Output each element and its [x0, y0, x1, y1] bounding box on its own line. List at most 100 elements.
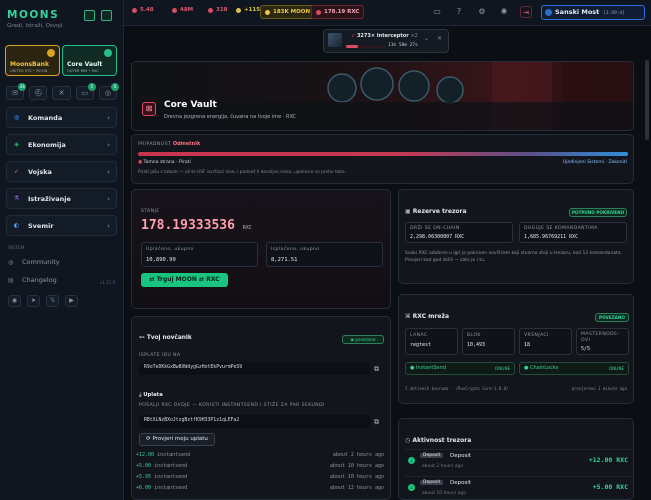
card-sub: OUTER RIM • RXC [67, 69, 99, 73]
stat-value: 178.19 RXC [324, 9, 360, 15]
location-selector[interactable]: Sanski Most [1:49:4] [541, 5, 645, 20]
tx-type: instantsend [154, 485, 188, 491]
market-button[interactable]: ◎ 0 [98, 83, 120, 100]
globe-icon: ◍ [13, 114, 20, 121]
card-title: Core Vault [67, 61, 103, 68]
tx-amount: +12.00 [136, 452, 155, 458]
link-label: Changelog [22, 276, 57, 284]
tx-type: instantsend [157, 452, 191, 458]
owed-label: DUGUJE SE KOMANDANTIMA [524, 226, 598, 231]
net-cell: LANAC regtest [405, 328, 458, 355]
tx-amount: +5.00 [136, 463, 152, 469]
tx-time: about 10 hours ago [329, 474, 384, 480]
telegram-icon[interactable]: ➤ [27, 295, 40, 307]
check-deposit-button[interactable]: ⟳ Provjeri moju uplatu [139, 433, 215, 446]
tx-row: +5.00 instantsend about 10 hours ago [136, 463, 384, 469]
stat-moon[interactable]: 183K MOON [260, 5, 316, 19]
fuel-icon [208, 7, 213, 13]
tx-time: about 10 hours ago [329, 463, 384, 469]
trade-button[interactable]: ⇄ Trguj MOON ⇄ RXC [141, 273, 228, 287]
payout-address[interactable]: R9oTeDKkGxBw8XWdygGzHotEkPvurmPeS9 [139, 362, 370, 375]
trade-button-label: Trguj MOON ⇄ RXC [156, 276, 220, 283]
discord-icon[interactable]: ◉ [8, 295, 21, 307]
nav-label: Svemir [28, 221, 54, 230]
onchain-label: DRŽI SE ON-CHAIN [410, 226, 460, 231]
verified-time: provjereno 1 minute ago [571, 386, 627, 391]
payout-label: ISPLATE IDU NA [139, 353, 181, 358]
tx-type: instantsend [154, 463, 188, 469]
paid-out-value: 8,271.51 [271, 257, 298, 263]
stat-value: 318 [216, 7, 228, 13]
chevron-right-icon: › [107, 221, 110, 230]
notification-title-text: 3273× Interceptor [356, 33, 409, 39]
card-moonsbank[interactable]: MoonsBank UNITED SYS • MOON [5, 45, 60, 76]
expand-icon[interactable]: ⌄ [424, 35, 429, 42]
build-notification[interactable]: ➶ 3273× Interceptor ×2 11h 58m 27s ⌄ ✕ [323, 29, 449, 53]
gear-icon[interactable]: ✺ [498, 6, 510, 18]
nav-vojska[interactable]: ➶ Vojska › [6, 161, 117, 182]
activity-item: ↓ Deposit Deposit about 10 hours ago +5.… [404, 476, 632, 498]
chat-icon[interactable]: ▭ [431, 6, 443, 18]
nav-svemir[interactable]: ◐ Svemir › [6, 215, 117, 236]
balance-unit: RXC [242, 225, 252, 231]
x-icon[interactable]: 𝕏 [46, 295, 59, 307]
activity-title: ◷ Aktivnost trezora [405, 437, 471, 444]
rocket-icon: ➶ [13, 168, 20, 175]
network-panel: ⌘ RXC mreža POVEZANO LANAC regtest BLOK 10… [398, 294, 634, 404]
reserve-title-text: Rezerve trezora [412, 208, 467, 215]
deposit-address[interactable]: RBtXLNzBXoJtzgBztfK9H33P1z1qLEFa2 [139, 415, 370, 428]
app-subtitle: Gradi, Istraži, Osvoji [7, 23, 63, 29]
settings-icon[interactable]: ⚙ [476, 6, 488, 18]
paid-out-label: Isplaćeno, ukupno [271, 247, 320, 252]
wallet-status-text: povezano [355, 337, 376, 342]
arrow-down-icon: ↓ [408, 457, 415, 464]
nav-komanda[interactable]: ◍ Komanda › [6, 107, 117, 128]
activity-time: about 2 hours ago [422, 464, 464, 469]
nav-istrazivanje[interactable]: ⚗ Istraživanje › [6, 188, 117, 209]
alignment-heading: PRIPADNOST Odmetnik [138, 141, 200, 147]
wallet-panel: ⊷ Tvoj novčanik ◉ povezano ISPLATE IDU N… [131, 316, 391, 500]
net-cell: MASTERNODE-OVI 5/5 [576, 328, 629, 355]
deposit-title-text: Uplata [143, 392, 163, 398]
feature-state: ONLINE [494, 366, 510, 371]
nav-ekonomija[interactable]: ◈ Ekonomija › [6, 134, 117, 155]
youtube-icon[interactable]: ▶ [65, 295, 78, 307]
copy-icon[interactable]: ⧉ [374, 418, 379, 427]
scrollbar[interactable] [645, 60, 649, 140]
help-icon[interactable]: ? [453, 6, 465, 18]
net-cell-value: regtest [410, 342, 432, 348]
link-changelog[interactable]: ▤ Changelog [8, 276, 57, 284]
feature-instantsend: ● InstantSend ONLINE [405, 362, 515, 375]
net-cell: BLOK 10,493 [462, 328, 515, 355]
chevron-right-icon: › [107, 140, 110, 149]
tools-button[interactable]: ✕ [52, 86, 71, 100]
collapse-icon[interactable] [84, 10, 95, 21]
tx-time: about 2 hours ago [332, 452, 384, 458]
mail-button[interactable]: ✉ 34 [6, 83, 27, 100]
notification-timer: 11h 58m 27s [388, 43, 418, 48]
net-cell: VRŠNJACI 18 [519, 328, 572, 355]
document-icon: ▤ [8, 276, 14, 284]
moon-icon [265, 9, 270, 15]
card-core-vault[interactable]: Core Vault OUTER RIM • RXC [62, 45, 117, 76]
notification-count: ×2 [410, 33, 418, 39]
onchain-box: DRŽI SE ON-CHAIN 2,298.06300807 RXC [405, 222, 513, 243]
activity-item: ↓ Deposit Deposit about 2 hours ago +12.… [404, 449, 632, 471]
card-title: MoonsBank [10, 61, 49, 68]
energy-icon [132, 7, 137, 13]
activity-tag: Deposit [420, 480, 444, 485]
helmet-button[interactable]: ⛑ [29, 86, 48, 100]
alignment-label: PRIPADNOST [138, 142, 172, 147]
stat-rxc[interactable]: 178.19 RXC [311, 5, 365, 19]
swap-icon: ⇄ [149, 276, 157, 283]
reserve-badge: POTPUNO POKRIVENO [569, 208, 627, 217]
expand-icon[interactable] [101, 10, 112, 21]
nav-label: Komanda [28, 113, 63, 122]
chat-button[interactable]: ▭ 5 [75, 83, 96, 100]
net-cell-value: 10,493 [467, 342, 486, 348]
alignment-left-text: Tamna strana · Pirati [143, 160, 191, 165]
close-icon[interactable]: ✕ [437, 35, 442, 42]
logout-icon[interactable]: ⇥ [520, 6, 532, 18]
link-community[interactable]: ◍ Community [8, 258, 60, 266]
copy-icon[interactable]: ⧉ [374, 365, 379, 374]
